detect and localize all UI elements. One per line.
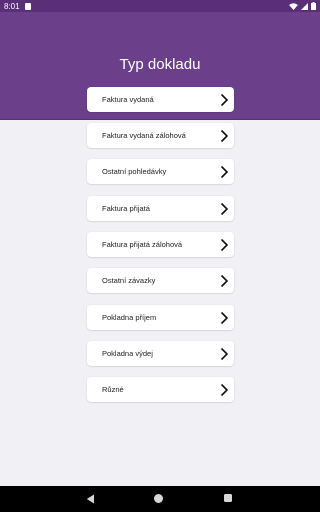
battery-icon xyxy=(311,2,316,10)
navigation-bar xyxy=(0,486,320,512)
document-type-item[interactable]: Různé xyxy=(87,377,234,402)
chevron-right-icon xyxy=(220,238,229,251)
chevron-right-icon xyxy=(220,383,229,396)
wifi-icon xyxy=(289,2,298,10)
document-type-item[interactable]: Ostatní pohledávky xyxy=(87,159,234,184)
document-type-item[interactable]: Faktura přijatá zálohová xyxy=(87,232,234,257)
document-type-label: Pokladna příjem xyxy=(102,313,157,322)
document-type-item[interactable]: Pokladna výdej xyxy=(87,341,234,366)
document-type-label: Faktura přijatá xyxy=(102,204,150,213)
chevron-right-icon xyxy=(220,129,229,142)
chevron-right-icon xyxy=(220,347,229,360)
home-icon[interactable] xyxy=(154,494,163,503)
recent-apps-icon[interactable] xyxy=(224,494,232,502)
chevron-right-icon xyxy=(220,274,229,287)
header-divider xyxy=(0,119,320,120)
chevron-right-icon xyxy=(220,311,229,324)
document-type-item[interactable]: Ostatní závazky xyxy=(87,268,234,293)
document-type-item[interactable]: Faktura vydaná xyxy=(87,87,234,112)
page-title: Typ dokladu xyxy=(119,56,201,73)
document-type-item[interactable]: Pokladna příjem xyxy=(87,305,234,330)
document-type-item[interactable]: Faktura přijatá xyxy=(87,196,234,221)
document-type-item[interactable]: Faktura vydaná zálohová xyxy=(87,123,234,148)
document-type-label: Ostatní pohledávky xyxy=(102,167,167,176)
status-time: 8:01 xyxy=(4,1,20,11)
signal-icon xyxy=(301,2,308,10)
document-type-label: Pokladna výdej xyxy=(102,349,153,358)
sd-card-icon xyxy=(24,2,31,10)
document-type-label: Faktura přijatá zálohová xyxy=(102,240,183,249)
chevron-right-icon xyxy=(220,202,229,215)
status-bar: 8:01 xyxy=(0,0,320,12)
document-type-label: Ostatní závazky xyxy=(102,276,156,285)
chevron-right-icon xyxy=(220,165,229,178)
document-type-label: Faktura vydaná zálohová xyxy=(102,131,186,140)
back-icon[interactable] xyxy=(86,494,95,504)
chevron-right-icon xyxy=(220,93,229,106)
document-type-label: Různé xyxy=(102,385,124,394)
document-type-label: Faktura vydaná xyxy=(102,95,154,104)
